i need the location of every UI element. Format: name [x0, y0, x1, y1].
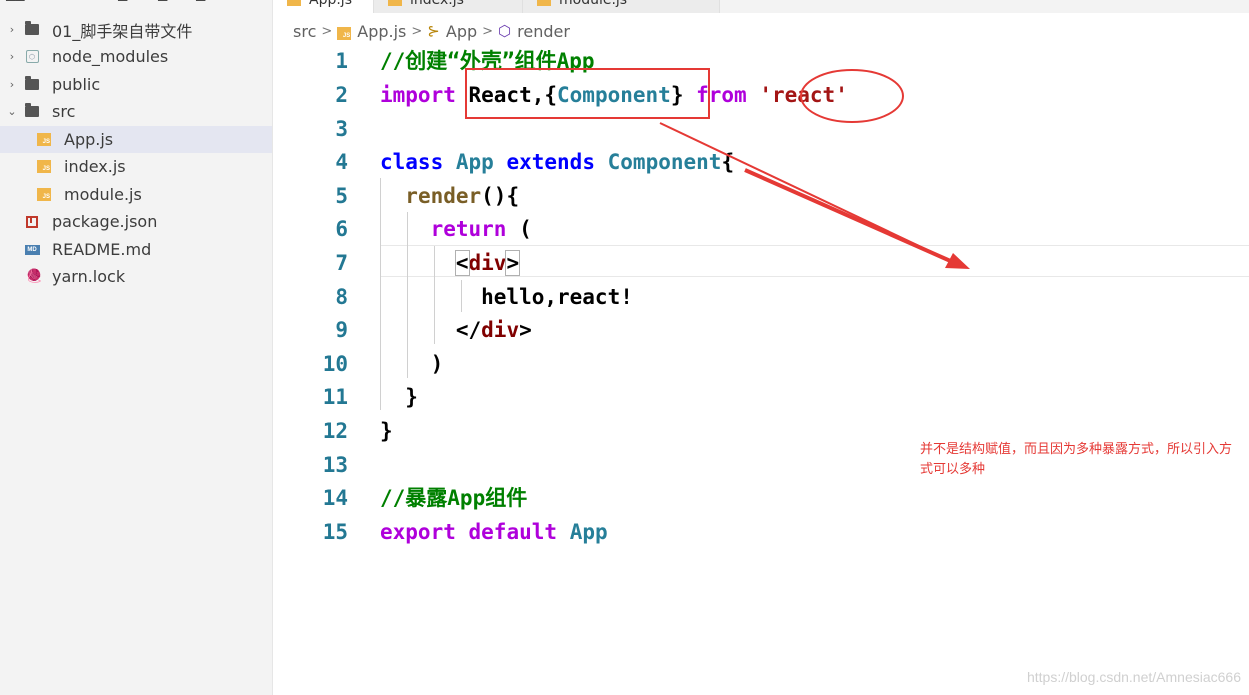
annotation-overlay [659, 69, 970, 269]
arrow-head-icon [945, 253, 970, 269]
watermark: https://blog.csdn.net/Amnesiac666 [1026, 669, 1241, 685]
annotation-ellipse [800, 69, 904, 123]
annotation-note: 并不是结构赋值，而且因为多种暴露方式，所以引入方式可以多种 [920, 442, 1233, 477]
annotation-arrow-shaft [744, 168, 956, 265]
